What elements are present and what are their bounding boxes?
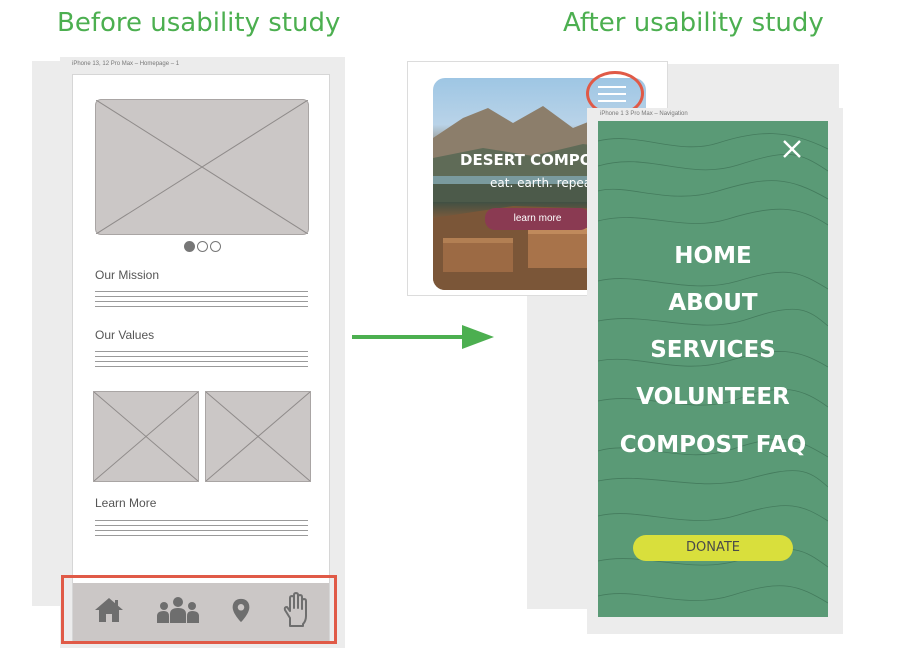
donate-button[interactable]: DONATE [633,535,793,561]
mockup-backdrop-top [664,64,839,108]
after-heading: After usability study [563,8,824,38]
transition-arrow [352,325,494,349]
menu-item-compost-faq[interactable]: COMPOST FAQ [598,432,828,458]
menu-item-services[interactable]: SERVICES [598,337,828,363]
menu-item-home[interactable]: HOME [598,243,828,269]
section-label-mission: Our Mission [95,268,160,282]
navigation-menu-panel: HOME ABOUT SERVICES VOLUNTEER COMPOST FA… [598,121,828,617]
bottom-nav-highlight [61,575,337,644]
before-heading: Before usability study [57,8,341,38]
wireframe-frame-label: iPhone 13, 12 Pro Max – Homepage – 1 [72,61,180,67]
menu-item-volunteer[interactable]: VOLUNTEER [598,384,828,410]
close-icon[interactable] [782,139,802,159]
image-placeholder-left [93,391,199,482]
nav-frame-label: iPhone 1 3 Pro Max – Navigation [600,111,688,117]
hero-tagline: eat. earth. repea [490,176,592,190]
learn-more-text-lines [95,520,308,540]
values-text-lines [95,351,308,371]
section-label-values: Our Values [95,328,155,342]
carousel-dots[interactable] [183,239,222,257]
hero-image-placeholder [95,99,309,235]
carousel-dot-3[interactable] [210,241,221,252]
image-placeholder-right [205,391,311,482]
mission-text-lines [95,291,308,311]
wireframe-phone: Our Mission Our Values Learn More [72,74,330,644]
carousel-dot-1[interactable] [184,241,195,252]
carousel-dot-2[interactable] [197,241,208,252]
hero-title: DESERT COMPO [460,151,593,169]
section-label-learn-more: Learn More [95,496,157,510]
learn-more-button[interactable]: learn more [485,208,590,230]
menu-item-about[interactable]: ABOUT [598,290,828,316]
